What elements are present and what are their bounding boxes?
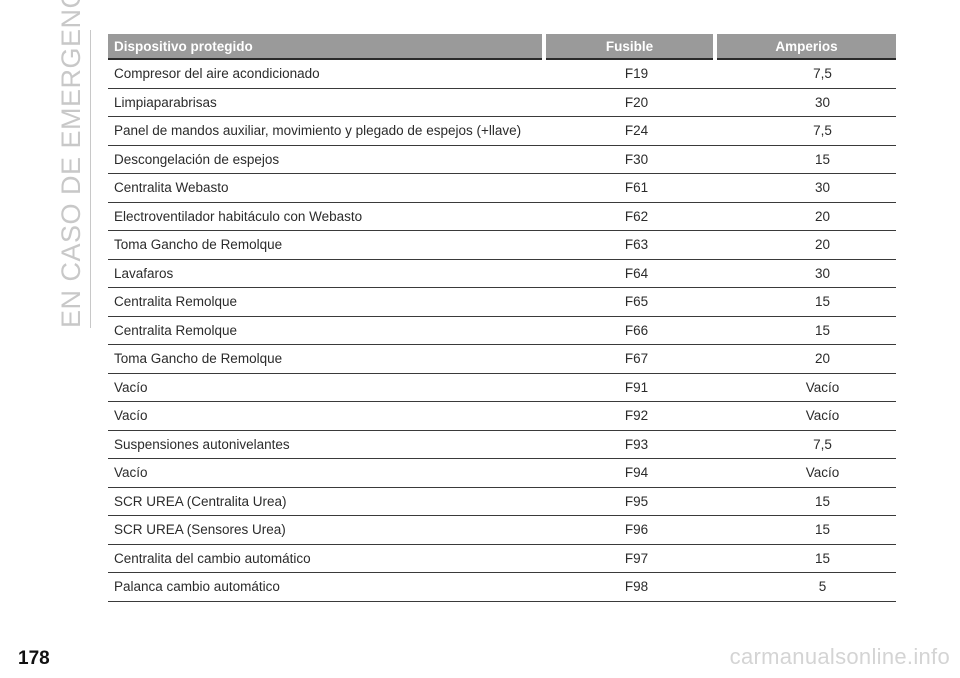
cell-device: Centralita Webasto (108, 173, 544, 203)
cell-amperes: 7,5 (715, 430, 896, 459)
table-row: Toma Gancho de Remolque F63 20 (108, 230, 896, 260)
cell-amperes: 20 (715, 230, 896, 260)
cell-amperes: 30 (715, 173, 896, 203)
cell-device: Limpiaparabrisas (108, 88, 544, 117)
cell-fuse: F94 (544, 458, 715, 488)
fuse-table-container: Dispositivo protegido Fusible Amperios C… (108, 34, 896, 602)
watermark: carmanualsonline.info (729, 644, 950, 669)
cell-fuse: F96 (544, 515, 715, 545)
cell-fuse: F95 (544, 487, 715, 516)
cell-amperes: 30 (715, 88, 896, 117)
cell-amperes: 15 (715, 487, 896, 516)
cell-fuse: F65 (544, 287, 715, 317)
cell-amperes: 15 (715, 145, 896, 174)
page-number: 178 (18, 648, 50, 669)
cell-amperes: 15 (715, 316, 896, 345)
table-row: Toma Gancho de Remolque F67 20 (108, 344, 896, 374)
table-row: Suspensiones autonivelantes F93 7,5 (108, 430, 896, 459)
cell-amperes: 15 (715, 515, 896, 545)
cell-fuse: F92 (544, 401, 715, 431)
cell-device: Toma Gancho de Remolque (108, 230, 544, 260)
cell-device: Toma Gancho de Remolque (108, 344, 544, 374)
cell-device: Vacío (108, 401, 544, 431)
cell-fuse: F91 (544, 373, 715, 402)
cell-device: Palanca cambio automático (108, 572, 544, 602)
table-row: Centralita Webasto F61 30 (108, 173, 896, 203)
cell-fuse: F20 (544, 88, 715, 117)
cell-amperes: Vacío (715, 373, 896, 402)
cell-device: Centralita del cambio automático (108, 544, 544, 573)
cell-device: SCR UREA (Sensores Urea) (108, 515, 544, 545)
cell-device: Vacío (108, 373, 544, 402)
cell-amperes: 20 (715, 202, 896, 231)
cell-fuse: F98 (544, 572, 715, 602)
cell-amperes: 30 (715, 259, 896, 288)
table-row: Centralita Remolque F65 15 (108, 287, 896, 317)
cell-device: Suspensiones autonivelantes (108, 430, 544, 459)
cell-amperes: Vacío (715, 401, 896, 431)
table-row: Panel de mandos auxiliar, movimiento y p… (108, 116, 896, 146)
table-header-row: Dispositivo protegido Fusible Amperios (108, 34, 896, 60)
cell-fuse: F66 (544, 316, 715, 345)
cell-fuse: F64 (544, 259, 715, 288)
table-row: SCR UREA (Sensores Urea) F96 15 (108, 515, 896, 545)
table-row: Lavafaros F64 30 (108, 259, 896, 288)
cell-device: Vacío (108, 458, 544, 488)
header-fuse: Fusible (544, 34, 717, 60)
cell-amperes: 15 (715, 287, 896, 317)
cell-device: Lavafaros (108, 259, 544, 288)
section-title: EN CASO DE EMERGENCIA (56, 0, 86, 328)
fuse-table: Dispositivo protegido Fusible Amperios C… (108, 34, 896, 602)
cell-fuse: F93 (544, 430, 715, 459)
table-row: Compresor del aire acondicionado F19 7,5 (108, 59, 896, 89)
table-row: Descongelación de espejos F30 15 (108, 145, 896, 174)
table-row: Vacío F94 Vacío (108, 458, 896, 488)
table-row: Limpiaparabrisas F20 30 (108, 88, 896, 117)
cell-device: SCR UREA (Centralita Urea) (108, 487, 544, 516)
section-divider (90, 30, 91, 328)
table-row: Centralita del cambio automático F97 15 (108, 544, 896, 573)
table-row: Centralita Remolque F66 15 (108, 316, 896, 345)
cell-fuse: F19 (544, 59, 715, 89)
cell-amperes: 7,5 (715, 59, 896, 89)
cell-amperes: Vacío (715, 458, 896, 488)
cell-amperes: 15 (715, 544, 896, 573)
cell-device: Centralita Remolque (108, 287, 544, 317)
cell-amperes: 20 (715, 344, 896, 374)
cell-fuse: F67 (544, 344, 715, 374)
cell-device: Electroventilador habitáculo con Webasto (108, 202, 544, 231)
table-row: Electroventilador habitáculo con Webasto… (108, 202, 896, 231)
cell-fuse: F30 (544, 145, 715, 174)
table-row: Vacío F91 Vacío (108, 373, 896, 402)
cell-amperes: 5 (715, 572, 896, 602)
cell-device: Compresor del aire acondicionado (108, 59, 544, 89)
cell-fuse: F61 (544, 173, 715, 203)
header-amperes: Amperios (715, 34, 896, 60)
cell-amperes: 7,5 (715, 116, 896, 146)
cell-fuse: F62 (544, 202, 715, 231)
table-row: Vacío F92 Vacío (108, 401, 896, 431)
table-row: SCR UREA (Centralita Urea) F95 15 (108, 487, 896, 516)
header-protected-device: Dispositivo protegido (108, 34, 546, 60)
cell-device: Centralita Remolque (108, 316, 544, 345)
cell-fuse: F97 (544, 544, 715, 573)
cell-device: Panel de mandos auxiliar, movimiento y p… (108, 116, 544, 146)
table-row: Palanca cambio automático F98 5 (108, 572, 896, 602)
cell-device: Descongelación de espejos (108, 145, 544, 174)
cell-fuse: F63 (544, 230, 715, 260)
table-body: Compresor del aire acondicionado F19 7,5 Li… (108, 59, 896, 602)
cell-fuse: F24 (544, 116, 715, 146)
